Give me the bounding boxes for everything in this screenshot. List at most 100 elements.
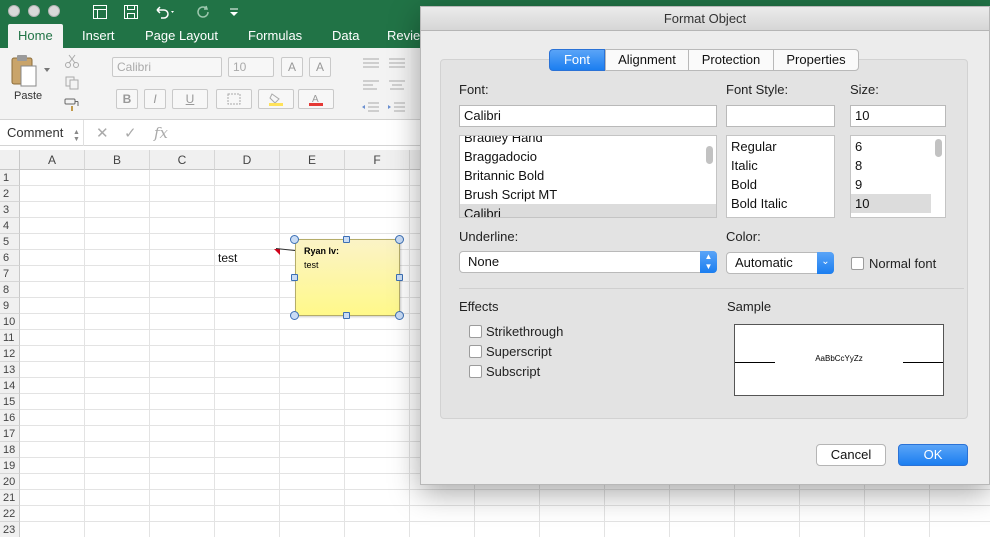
tab-alignment[interactable]: Alignment [605,49,689,71]
column-header-a[interactable]: A [20,150,85,170]
column-header-b[interactable]: B [85,150,150,170]
row-header[interactable]: 10 [0,314,20,330]
resize-handle-t[interactable] [343,236,350,243]
font-list-item[interactable]: Braggadocio [460,147,716,166]
enter-formula-icon[interactable]: ✓ [124,124,137,142]
tab-protection[interactable]: Protection [688,49,774,71]
size-list-scrollbar[interactable] [935,139,942,157]
size-item[interactable]: 8 [851,156,945,175]
row-header[interactable]: 23 [0,522,20,537]
row-header[interactable]: 2 [0,186,20,202]
font-list-scrollbar[interactable] [706,146,713,164]
size-item[interactable]: 9 [851,175,945,194]
redo-icon[interactable] [196,4,212,20]
customize-toolbar-icon[interactable] [228,4,240,20]
column-header-e[interactable]: E [280,150,345,170]
row-header[interactable]: 22 [0,506,20,522]
minimize-window-button[interactable] [28,5,40,17]
row-header[interactable]: 12 [0,346,20,362]
copy-icon[interactable] [64,76,80,90]
cut-icon[interactable] [64,54,80,68]
resize-handle-tr[interactable] [395,235,404,244]
tab-page-layout[interactable]: Page Layout [135,24,228,48]
align-middle-icon[interactable] [386,56,408,70]
row-header[interactable]: 1 [0,170,20,186]
dialog-title-bar[interactable]: Format Object [421,7,989,31]
tab-font[interactable]: Font [549,49,605,71]
borders-button[interactable] [216,89,252,109]
bold-button[interactable]: B [116,89,138,109]
name-box[interactable]: Comment [0,120,84,146]
row-header[interactable]: 16 [0,410,20,426]
normal-font-checkbox[interactable] [851,257,864,270]
font-list-item[interactable]: Bradley Hand [460,136,716,147]
insert-function-icon[interactable]: fx [154,124,168,142]
grow-font-button[interactable]: A [281,57,303,77]
row-header[interactable]: 15 [0,394,20,410]
row-header[interactable]: 18 [0,442,20,458]
font-list-item[interactable]: Brush Script MT [460,185,716,204]
row-header[interactable]: 20 [0,474,20,490]
font-field[interactable]: Calibri [459,105,717,127]
row-header[interactable]: 8 [0,282,20,298]
format-painter-icon[interactable] [64,98,80,112]
toggle-ribbon-icon[interactable] [92,4,108,20]
close-window-button[interactable] [8,5,20,17]
tab-formulas[interactable]: Formulas [238,24,312,48]
subscript-checkbox[interactable] [469,365,482,378]
font-style-field[interactable] [726,105,835,127]
row-header[interactable]: 19 [0,458,20,474]
italic-button[interactable]: I [144,89,166,109]
font-style-list[interactable]: Regular Italic Bold Bold Italic [726,135,835,218]
zoom-window-button[interactable] [48,5,60,17]
column-header-d[interactable]: D [215,150,280,170]
undo-icon[interactable] [153,4,177,20]
column-header-c[interactable]: C [150,150,215,170]
comment-note[interactable]: Ryan lv: test [295,239,400,316]
tab-insert[interactable]: Insert [72,24,125,48]
row-header[interactable]: 11 [0,330,20,346]
size-item-selected[interactable]: 10 [851,194,931,213]
resize-handle-bl[interactable] [290,311,299,320]
size-item[interactable]: 6 [851,137,945,156]
font-size-box[interactable]: 10 [228,57,274,77]
color-select[interactable]: Automatic ⌄ [726,252,834,274]
select-all-corner[interactable] [0,150,20,170]
font-list-item[interactable]: Britannic Bold [460,166,716,185]
font-name-box[interactable]: Calibri [112,57,222,77]
size-item[interactable]: 11 [851,213,945,217]
column-header-f[interactable]: F [345,150,410,170]
row-header[interactable]: 7 [0,266,20,282]
strikethrough-checkbox[interactable] [469,325,482,338]
tab-home[interactable]: Home [8,24,63,48]
resize-handle-br[interactable] [395,311,404,320]
size-list[interactable]: 6 8 9 10 11 [850,135,946,218]
align-left-icon[interactable] [360,78,382,92]
font-style-item[interactable]: Bold Italic [727,194,834,213]
cancel-formula-icon[interactable]: ✕ [96,124,109,142]
row-header[interactable]: 4 [0,218,20,234]
tab-data[interactable]: Data [322,24,369,48]
resize-handle-l[interactable] [291,274,298,281]
font-style-item[interactable]: Bold [727,175,834,194]
superscript-checkbox[interactable] [469,345,482,358]
name-box-dropdown-icon[interactable]: ▲ ▼ [73,129,80,143]
row-header[interactable]: 17 [0,426,20,442]
font-list[interactable]: Bradley Hand Braggadocio Britannic Bold … [459,135,717,218]
size-field[interactable]: 10 [850,105,946,127]
row-header[interactable]: 14 [0,378,20,394]
resize-handle-b[interactable] [343,312,350,319]
align-center-icon[interactable] [386,78,408,92]
row-header[interactable]: 6 [0,250,20,266]
paste-icon[interactable] [10,54,38,88]
tab-properties[interactable]: Properties [773,49,859,71]
cell-d6[interactable]: test [218,251,237,265]
row-header[interactable]: 13 [0,362,20,378]
fill-color-button[interactable] [258,89,294,109]
align-top-icon[interactable] [360,56,382,70]
ok-button[interactable]: OK [898,444,968,466]
font-style-item[interactable]: Italic [727,156,834,175]
decrease-indent-icon[interactable] [360,100,382,114]
increase-indent-icon[interactable] [386,100,408,114]
row-header[interactable]: 21 [0,490,20,506]
